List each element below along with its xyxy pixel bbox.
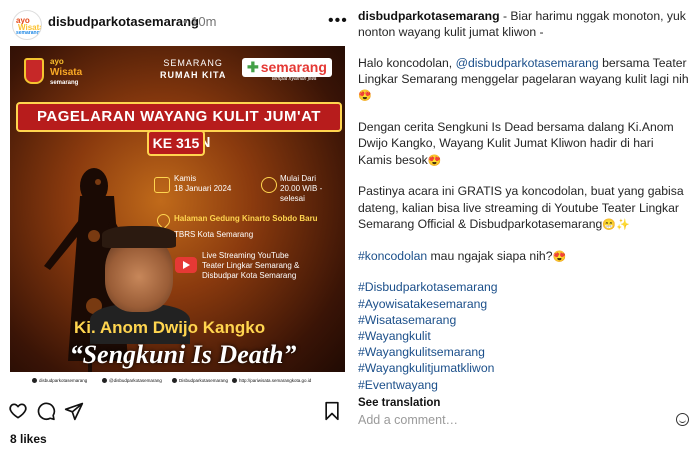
event-streaming: Live Streaming YouTube Teater Lingkar Se… bbox=[202, 251, 299, 281]
avatar[interactable]: ayo Wisata semarang bbox=[12, 10, 42, 40]
bookmark-icon[interactable] bbox=[322, 401, 342, 421]
likes-count[interactable]: 8 likes bbox=[10, 432, 47, 446]
footer-website: http://pariwisata.semarangkota.go.id bbox=[232, 378, 311, 383]
caption-p4: Pastinya acara ini GRATIS ya koncodolan,… bbox=[358, 184, 684, 231]
stream-line-2: Teater Lingkar Semarang & bbox=[202, 261, 300, 270]
event-location: Halaman Gedung Kinarto Sobdo Baru TBRS K… bbox=[174, 214, 318, 240]
city-emblem-icon bbox=[24, 58, 44, 84]
caption-panel: disbudparkotasemarang - Biar harimu ngga… bbox=[358, 0, 700, 450]
calendar-icon bbox=[154, 177, 170, 193]
hashtag-link[interactable]: #Eventwayang bbox=[358, 377, 690, 393]
caption-paragraph-3: Dengan cerita Sengkuni Is Dead bersama d… bbox=[358, 119, 690, 169]
caption-username[interactable]: disbudparkotasemarang bbox=[358, 9, 500, 23]
stream-line-1: Live Streaming YouTube bbox=[202, 251, 289, 260]
hashtag-list: #Disbudparkotasemarang #Ayowisatakesemar… bbox=[358, 279, 690, 392]
hashtag-link[interactable]: #Ayowisatakesemarang bbox=[358, 296, 690, 312]
brand-top: SEMARANG bbox=[163, 58, 223, 68]
brand-sub: RUMAH KITA bbox=[160, 70, 227, 80]
semarang-logo-text: semarang bbox=[260, 59, 327, 75]
hashtag-link[interactable]: #Wayangkulitjumatkliwon bbox=[358, 360, 690, 376]
share-icon[interactable] bbox=[64, 401, 84, 421]
event-end: selesai bbox=[280, 194, 305, 203]
emoji-picker-icon[interactable] bbox=[676, 413, 689, 426]
username-link[interactable]: disbudparkotasemarang bbox=[48, 14, 199, 29]
stream-line-3: Disbudpar Kota Semarang bbox=[202, 271, 297, 280]
dalang-headwear bbox=[102, 226, 176, 248]
hashtag-link[interactable]: #Disbudparkotasemarang bbox=[358, 279, 690, 295]
mention-link[interactable]: @disbudparkotasemarang bbox=[456, 56, 599, 70]
caption-p5: mau ngajak siapa nih? bbox=[427, 248, 553, 263]
post-actions bbox=[0, 396, 350, 424]
post-header: ayo Wisata semarang disbudparkotasemaran… bbox=[0, 0, 350, 46]
logo-wisata-wisata: Wisata bbox=[50, 67, 83, 78]
caption-paragraph-2: Halo koncodolan, @disbudparkotasemarang … bbox=[358, 55, 690, 105]
footer-facebook: Disbudparkotasemarang bbox=[172, 378, 228, 383]
ayo-wisata-logo: ayo Wisata semarang bbox=[50, 56, 82, 89]
heart-eyes-emoji: 😍 bbox=[427, 154, 442, 167]
event-banner: PAGELARAN WAYANG KULIT JUM'AT KLIWON bbox=[16, 102, 342, 151]
dalang-name: Ki. Anom Dwijo Kangko bbox=[74, 318, 266, 337]
footer-twitter: @disbudparkotasemarang bbox=[102, 378, 162, 383]
post-image[interactable]: ayo Wisata semarang SEMARANG RUMAH KITA … bbox=[10, 46, 345, 390]
hashtag-koncodolan[interactable]: #koncodolan bbox=[358, 249, 427, 263]
hashtag-link[interactable]: #Wayangkulitsemarang bbox=[358, 344, 690, 360]
hashtag-link[interactable]: #Wisatasemarang bbox=[358, 312, 690, 328]
caption-p2-a: Halo koncodolan, bbox=[358, 56, 456, 70]
logo-wisata-ayo: ayo bbox=[50, 57, 64, 66]
event-start-time: 20.00 WIB - bbox=[280, 184, 323, 193]
heart-eyes-emoji: 😍 bbox=[358, 90, 372, 103]
event-time: Mulai Dari 20.00 WIB - selesai bbox=[280, 174, 322, 204]
semarang-rumah-kita: SEMARANG RUMAH KITA bbox=[160, 57, 226, 81]
footer-instagram: disbudparkotasemarang bbox=[32, 378, 87, 383]
post-time: • 10m bbox=[183, 14, 217, 29]
caption-p3: Dengan cerita Sengkuni Is Dead bersama d… bbox=[358, 120, 674, 167]
grin-sparkle-emoji: 😁✨ bbox=[602, 218, 630, 231]
caption-paragraph-4: Pastinya acara ini GRATIS ya koncodolan,… bbox=[358, 183, 690, 233]
event-location-sub: TBRS Kota Semarang bbox=[174, 230, 254, 239]
more-options-icon[interactable]: ••• bbox=[328, 12, 348, 30]
event-date-value: 18 Januari 2024 bbox=[174, 184, 232, 193]
caption-line-1: disbudparkotasemarang - Biar harimu ngga… bbox=[358, 8, 690, 40]
poster-footer: disbudparkotasemarang @disbudparkotasema… bbox=[10, 372, 345, 390]
post-caption: disbudparkotasemarang - Biar harimu ngga… bbox=[358, 8, 690, 393]
sparkle-icon: ✚ bbox=[247, 59, 259, 75]
caption-paragraph-5: #koncodolan mau ngajak siapa nih?😍 bbox=[358, 248, 690, 265]
heart-icon[interactable] bbox=[8, 401, 28, 421]
heart-eyes-emoji: 😍 bbox=[552, 250, 567, 263]
semarang-logo-tagline: tempat nyaman jiwa bbox=[272, 76, 317, 82]
hashtag-link[interactable]: #Wayangkulit bbox=[358, 328, 690, 344]
event-day: Kamis bbox=[174, 174, 197, 183]
comment-icon[interactable] bbox=[36, 401, 56, 421]
semarang-logo: ✚ semarang bbox=[242, 58, 332, 77]
event-location-name: Halaman Gedung Kinarto Sobdo Baru bbox=[174, 214, 318, 223]
event-start-label: Mulai Dari bbox=[280, 174, 317, 183]
comment-input[interactable]: Add a comment… bbox=[358, 413, 458, 427]
event-number: KE 315 bbox=[147, 130, 205, 156]
story-title: “Sengkuni Is Death” bbox=[69, 340, 297, 369]
logo-wisata-semarang: semarang bbox=[50, 80, 79, 86]
poster-top-bar: ayo Wisata semarang SEMARANG RUMAH KITA … bbox=[10, 46, 345, 94]
event-date: Kamis 18 Januari 2024 bbox=[174, 174, 231, 194]
see-translation-button[interactable]: See translation bbox=[358, 397, 440, 409]
avatar-logo-text-3: semarang bbox=[16, 30, 40, 36]
youtube-icon bbox=[175, 257, 197, 273]
clock-icon bbox=[261, 177, 277, 193]
